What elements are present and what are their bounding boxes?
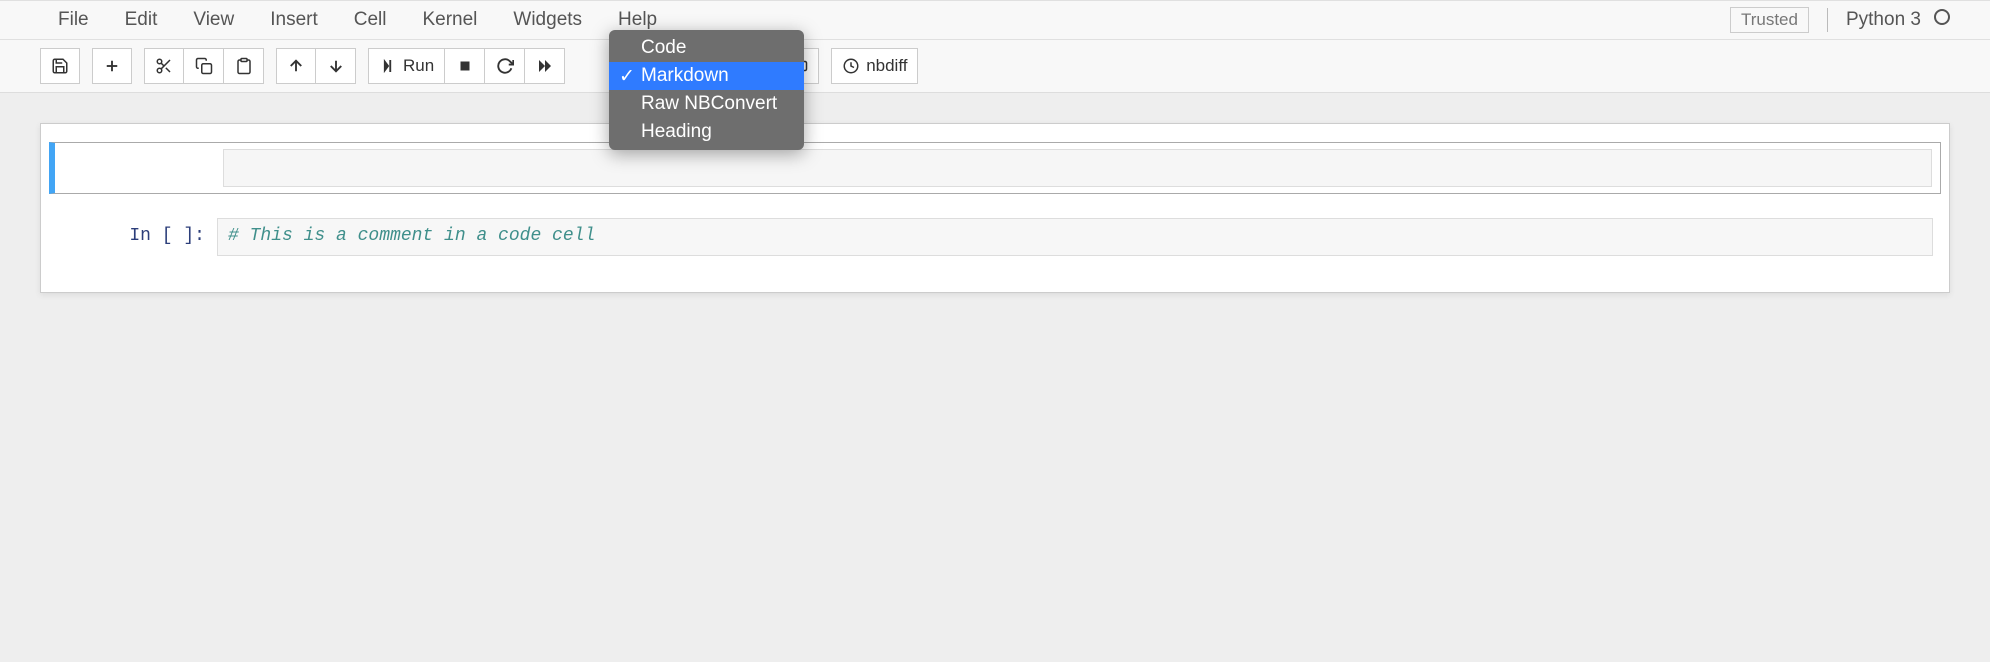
cut-button[interactable] <box>144 48 184 84</box>
kernel-name[interactable]: Python 3 <box>1846 9 1950 31</box>
kernel-indicator-icon <box>1934 9 1950 25</box>
celltype-option-markdown[interactable]: ✓ Markdown <box>609 62 804 90</box>
restart-icon <box>496 57 514 75</box>
arrow-down-icon <box>327 57 345 75</box>
cell-0-input[interactable] <box>223 149 1932 187</box>
celltype-dropdown[interactable]: Code ✓ Markdown Raw NBConvert Heading <box>609 30 804 150</box>
menubar-container: File Edit View Insert Cell Kernel Widget… <box>0 0 1990 40</box>
cell-1-input[interactable]: # This is a comment in a code cell <box>217 218 1933 256</box>
header-right: Trusted Python 3 <box>1730 7 1950 33</box>
menubar: File Edit View Insert Cell Kernel Widget… <box>40 1 1730 39</box>
clock-icon <box>842 57 860 75</box>
plus-icon <box>103 57 121 75</box>
kernel-name-label: Python 3 <box>1846 9 1921 30</box>
arrow-up-icon <box>287 57 305 75</box>
menu-insert[interactable]: Insert <box>252 1 336 39</box>
interrupt-button[interactable] <box>445 48 485 84</box>
cell-0-prompt <box>63 149 223 187</box>
nbdiff-label: nbdiff <box>866 56 907 76</box>
celltype-option-raw[interactable]: Raw NBConvert <box>609 90 804 118</box>
insert-cell-button[interactable] <box>92 48 132 84</box>
paste-icon <box>235 57 253 75</box>
save-button[interactable] <box>40 48 80 84</box>
run-icon <box>379 57 397 75</box>
menu-view[interactable]: View <box>175 1 252 39</box>
run-label: Run <box>403 56 434 76</box>
toolbar: Run nbdiff <box>0 40 1990 93</box>
trusted-badge[interactable]: Trusted <box>1730 7 1809 33</box>
move-up-button[interactable] <box>276 48 316 84</box>
menu-cell[interactable]: Cell <box>336 1 405 39</box>
check-icon: ✓ <box>619 65 635 88</box>
run-button[interactable]: Run <box>368 48 445 84</box>
nbdiff-button[interactable]: nbdiff <box>831 48 918 84</box>
celltype-option-heading[interactable]: Heading <box>609 118 804 146</box>
cell-1[interactable]: In [ ]: # This is a comment in a code ce… <box>49 212 1941 262</box>
stop-icon <box>456 57 474 75</box>
menu-widgets[interactable]: Widgets <box>495 1 600 39</box>
cell-1-prompt: In [ ]: <box>57 218 217 256</box>
menu-kernel[interactable]: Kernel <box>404 1 495 39</box>
notebook: In [ ]: # This is a comment in a code ce… <box>40 123 1950 293</box>
copy-button[interactable] <box>184 48 224 84</box>
celltype-option-markdown-label: Markdown <box>641 65 729 86</box>
restart-run-all-button[interactable] <box>525 48 565 84</box>
save-icon <box>51 57 69 75</box>
scissors-icon <box>155 57 173 75</box>
paste-button[interactable] <box>224 48 264 84</box>
celltype-option-code[interactable]: Code <box>609 34 804 62</box>
cell-1-source: # This is a comment in a code cell <box>228 226 595 246</box>
cell-0[interactable] <box>49 142 1941 194</box>
separator <box>1827 8 1828 32</box>
menu-file[interactable]: File <box>40 1 107 39</box>
fast-forward-icon <box>536 57 554 75</box>
copy-icon <box>195 57 213 75</box>
menu-edit[interactable]: Edit <box>107 1 176 39</box>
move-down-button[interactable] <box>316 48 356 84</box>
restart-button[interactable] <box>485 48 525 84</box>
